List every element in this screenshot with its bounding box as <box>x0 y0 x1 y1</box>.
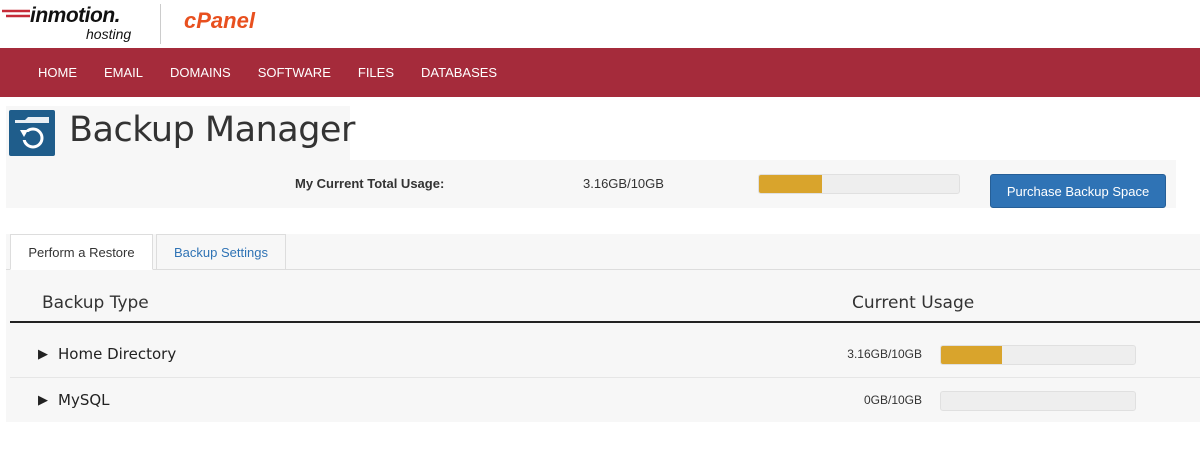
total-usage-row: My Current Total Usage: 3.16GB/10GB Purc… <box>6 160 1176 208</box>
expand-triangle-icon[interactable]: ▶ <box>38 346 48 362</box>
row-name: Home Directory <box>58 345 177 363</box>
row-name: MySQL <box>58 391 110 409</box>
tab-perform-restore[interactable]: Perform a Restore <box>10 234 153 270</box>
backup-table: Backup Type Current Usage ▶ Home Directo… <box>6 270 1200 422</box>
total-usage-progress <box>758 174 960 194</box>
row-usage-progress-fill <box>941 346 1003 364</box>
inmotion-swoosh-icon <box>2 9 30 18</box>
table-row-mysql[interactable]: ▶ MySQL 0GB/10GB <box>10 378 1200 424</box>
row-usage-progress <box>940 391 1136 411</box>
nav-email[interactable]: EMAIL <box>104 65 143 80</box>
row-usage-value: 3.16GB/10GB <box>847 347 922 361</box>
nav-home[interactable]: HOME <box>38 65 77 80</box>
header: inmotion. hosting cPanel <box>0 0 1200 48</box>
header-divider <box>10 321 1200 323</box>
total-usage-progress-fill <box>759 175 823 193</box>
page-header: Backup Manager <box>6 106 355 160</box>
nav-files[interactable]: FILES <box>358 65 394 80</box>
column-header-current-usage: Current Usage <box>852 293 975 313</box>
nav-databases[interactable]: DATABASES <box>421 65 497 80</box>
tab-backup-settings[interactable]: Backup Settings <box>156 234 286 270</box>
total-usage-value: 3.16GB/10GB <box>583 176 664 191</box>
brand-divider <box>160 4 161 44</box>
company-name: inmotion. <box>30 4 120 27</box>
cpanel-logo: cPanel <box>184 8 255 33</box>
tabs: Perform a Restore Backup Settings <box>6 234 1200 270</box>
backup-restore-icon <box>9 110 55 156</box>
nav-software[interactable]: SOFTWARE <box>258 65 331 80</box>
purchase-backup-space-button[interactable]: Purchase Backup Space <box>990 174 1166 208</box>
expand-triangle-icon[interactable]: ▶ <box>38 392 48 408</box>
column-header-backup-type: Backup Type <box>42 293 149 313</box>
nav-domains[interactable]: DOMAINS <box>170 65 231 80</box>
row-usage-value: 0GB/10GB <box>863 393 922 407</box>
page-title: Backup Manager <box>69 110 355 150</box>
table-row-home-directory[interactable]: ▶ Home Directory 3.16GB/10GB <box>10 332 1200 378</box>
top-nav: HOME EMAIL DOMAINS SOFTWARE FILES DATABA… <box>0 48 1200 97</box>
company-sub: hosting <box>86 26 132 42</box>
row-usage-progress <box>940 345 1136 365</box>
total-usage-label: My Current Total Usage: <box>295 176 445 191</box>
